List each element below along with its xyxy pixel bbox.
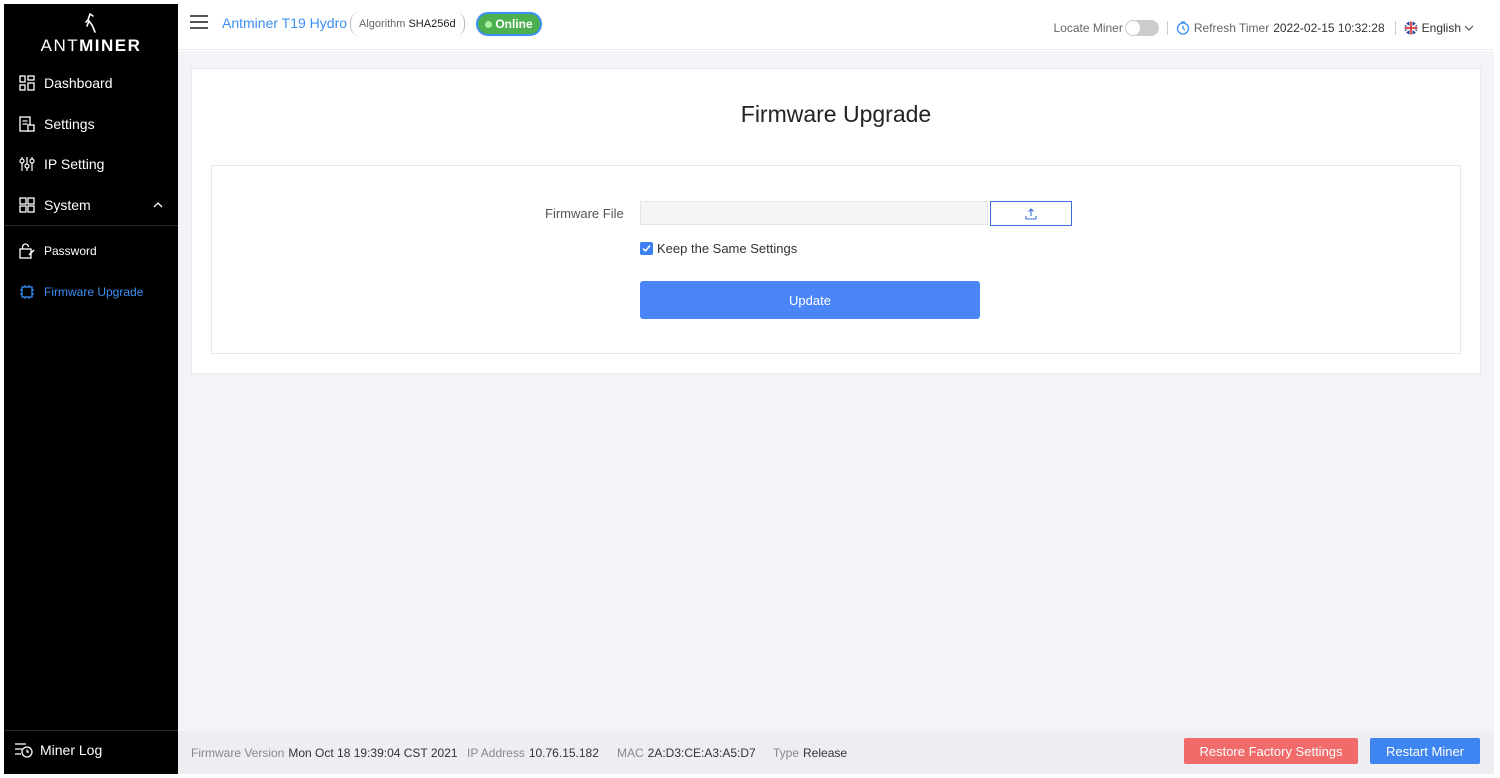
- header-separator: [1394, 21, 1396, 35]
- algorithm-label: Algorithm: [359, 18, 406, 30]
- sidebar: ANTMINER Dashboard Settings IP Setting S…: [4, 4, 178, 774]
- main-content: Firmware Upgrade Firmware File Keep the …: [178, 51, 1494, 731]
- status-dot-icon: [485, 20, 493, 28]
- miner-log-icon: [15, 743, 33, 758]
- type-info: Type Release: [773, 746, 847, 760]
- miner-log-label: Miner Log: [40, 742, 103, 758]
- restart-miner-button[interactable]: Restart Miner: [1370, 738, 1480, 764]
- sidebar-item-firmware-upgrade[interactable]: Firmware Upgrade: [18, 278, 168, 306]
- header-separator: [1166, 21, 1168, 35]
- dashboard-icon: [18, 74, 36, 92]
- restore-factory-settings-button[interactable]: Restore Factory Settings: [1184, 738, 1358, 764]
- status-text: Online: [495, 17, 533, 31]
- ip-setting-icon: [18, 155, 36, 173]
- logo-mark-icon: [85, 13, 96, 33]
- chevron-up-icon: [153, 202, 163, 208]
- logo-text: ANTMINER: [40, 36, 142, 55]
- upload-icon: [1025, 207, 1037, 220]
- antminer-logo: ANTMINER: [4, 12, 178, 56]
- sidebar-item-label: Password: [44, 244, 97, 258]
- refresh-timer-icon[interactable]: [1176, 21, 1190, 35]
- chevron-down-icon[interactable]: [1464, 23, 1474, 33]
- top-header: Antminer T19 Hydro Algorithm SHA256d Onl…: [178, 4, 1494, 50]
- upload-button[interactable]: [990, 201, 1072, 226]
- password-icon: [18, 242, 36, 260]
- keep-settings-label: Keep the Same Settings: [657, 241, 798, 256]
- toggle-knob: [1125, 21, 1140, 35]
- sidebar-item-label: IP Setting: [44, 156, 105, 172]
- status-badge: Online: [476, 12, 542, 36]
- sidebar-item-label: Dashboard: [44, 75, 113, 91]
- algorithm-value: SHA256d: [408, 18, 456, 30]
- status-footer: Firmware Version Mon Oct 18 19:39:04 CST …: [178, 731, 1494, 774]
- ip-address-value: 10.76.15.182: [528, 746, 599, 760]
- system-icon: [18, 196, 36, 214]
- firmware-file-input[interactable]: [640, 201, 988, 225]
- header-right-controls: Locate Miner Refresh Timer 2022-02-15 10…: [1053, 18, 1474, 38]
- sidebar-item-label: Settings: [44, 116, 95, 132]
- firmware-form: Firmware File Keep the Same Settings Upd…: [211, 165, 1461, 354]
- firmware-upgrade-panel: Firmware Upgrade Firmware File Keep the …: [191, 68, 1481, 374]
- firmware-version-info: Firmware Version Mon Oct 18 19:39:04 CST …: [191, 746, 458, 760]
- uk-flag-icon: [1404, 21, 1418, 35]
- sidebar-item-system[interactable]: System: [18, 191, 168, 219]
- mac-label: MAC: [617, 746, 644, 760]
- settings-icon: [18, 115, 36, 133]
- miner-log-button[interactable]: Miner Log: [14, 738, 102, 762]
- miner-model-name: Antminer T19 Hydro: [222, 15, 348, 31]
- checkmark-icon: [642, 245, 651, 253]
- menu-toggle-icon[interactable]: [190, 15, 208, 29]
- mac-value: 2A:D3:CE:A3:A5:D7: [647, 746, 756, 760]
- mac-info: MAC 2A:D3:CE:A3:A5:D7: [617, 746, 756, 760]
- locate-miner-toggle[interactable]: [1124, 20, 1159, 36]
- refresh-timer-value: 2022-02-15 10:32:28: [1273, 21, 1385, 35]
- firmware-icon: [18, 283, 36, 301]
- firmware-file-label: Firmware File: [545, 206, 624, 221]
- keep-settings-checkbox[interactable]: [640, 242, 653, 255]
- sidebar-item-password[interactable]: Password: [18, 237, 168, 265]
- sidebar-divider: [4, 225, 178, 226]
- firmware-version-label: Firmware Version: [191, 746, 285, 760]
- sidebar-bottom-divider: [4, 730, 178, 731]
- ip-address-info: IP Address 10.76.15.182: [467, 746, 599, 760]
- firmware-version-value: Mon Oct 18 19:39:04 CST 2021: [288, 746, 458, 760]
- type-value: Release: [803, 746, 848, 760]
- language-selector[interactable]: English: [1422, 21, 1461, 35]
- locate-miner-label: Locate Miner: [1053, 21, 1123, 35]
- sidebar-item-dashboard[interactable]: Dashboard: [18, 69, 168, 97]
- keep-settings-row[interactable]: Keep the Same Settings: [640, 241, 797, 256]
- sidebar-item-label: Firmware Upgrade: [44, 285, 144, 299]
- refresh-timer-label: Refresh Timer: [1193, 21, 1270, 35]
- sidebar-item-ip-setting[interactable]: IP Setting: [18, 150, 168, 178]
- page-title: Firmware Upgrade: [740, 101, 932, 127]
- sidebar-item-label: System: [44, 197, 91, 213]
- ip-address-label: IP Address: [467, 746, 525, 760]
- type-label: Type: [773, 746, 800, 760]
- sidebar-item-settings[interactable]: Settings: [18, 110, 168, 138]
- update-button[interactable]: Update: [640, 281, 980, 319]
- algorithm-badge: Algorithm SHA256d: [350, 12, 465, 36]
